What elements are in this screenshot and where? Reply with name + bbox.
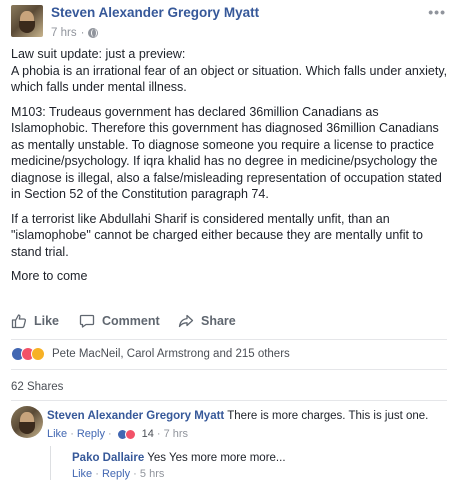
- shares-count[interactable]: 62 Shares: [11, 381, 63, 393]
- comment-like-link[interactable]: Like: [47, 428, 67, 440]
- comment-reaction-count[interactable]: 14: [142, 428, 154, 440]
- globe-icon[interactable]: [88, 28, 99, 38]
- wow-reaction-icon: [31, 347, 45, 361]
- reply-body: Yes Yes more more more...: [147, 452, 286, 464]
- post-timestamp[interactable]: 7 hrs: [51, 27, 77, 39]
- reaction-names[interactable]: Pete MacNeil, Carol Armstrong and 215 ot…: [52, 348, 290, 360]
- dot-separator: ·: [107, 428, 112, 440]
- more-options-icon[interactable]: •••: [428, 4, 446, 20]
- comment-reaction-icons[interactable]: [116, 428, 136, 440]
- like-label: Like: [34, 314, 60, 328]
- reply-like-link[interactable]: Like: [72, 468, 92, 480]
- post-action-bar: Like Comment Share: [0, 306, 458, 336]
- meta-separator: ·: [80, 27, 85, 39]
- comment-author[interactable]: Steven Alexander Gregory Myatt: [47, 410, 224, 422]
- post-paragraph: Law suit update: just a preview: A phobi…: [11, 47, 448, 94]
- dot-separator: ·: [156, 428, 161, 440]
- reply-text: Pako Dallaire Yes Yes more more more...: [72, 452, 286, 464]
- post-author-name[interactable]: Steven Alexander Gregory Myatt: [51, 5, 259, 20]
- share-button[interactable]: Share: [178, 313, 236, 329]
- post-paragraph: If a terrorist like Abdullahi Sharif is …: [11, 211, 423, 259]
- author-avatar[interactable]: [11, 5, 43, 37]
- comment-reply-link[interactable]: Reply: [77, 428, 105, 440]
- comment-timestamp[interactable]: 7 hrs: [164, 428, 188, 440]
- comment-label: Comment: [102, 314, 160, 328]
- reply-timestamp[interactable]: 5 hrs: [140, 468, 164, 480]
- dot-separator: ·: [133, 468, 137, 480]
- reactions-summary[interactable]: Pete MacNeil, Carol Armstrong and 215 ot…: [11, 347, 290, 361]
- thumbs-up-icon: [11, 314, 27, 329]
- reaction-icons: [11, 347, 45, 361]
- divider: [11, 339, 447, 340]
- divider: [11, 400, 447, 401]
- post-body: Law suit update: just a preview: A phobi…: [11, 46, 449, 293]
- love-reaction-icon: [124, 428, 136, 440]
- reply-reply-link[interactable]: Reply: [102, 468, 130, 480]
- share-label: Share: [201, 314, 236, 328]
- like-button[interactable]: Like: [11, 313, 59, 329]
- commenter-avatar[interactable]: [11, 406, 43, 438]
- comment-icon: [79, 314, 95, 328]
- reply-thread-line: [50, 446, 51, 480]
- comment-text: Steven Alexander Gregory Myatt There is …: [47, 410, 428, 422]
- reply: Pako Dallaire Yes Yes more more more... …: [56, 446, 448, 480]
- dot-separator: ·: [95, 468, 99, 480]
- reply-actions: Like · Reply · 5 hrs: [72, 468, 164, 480]
- post-paragraph: More to come: [11, 269, 88, 283]
- post-paragraph: M103: Trudeaus government has declared 3…: [11, 104, 442, 202]
- reply-author[interactable]: Pako Dallaire: [72, 452, 144, 464]
- share-icon: [178, 314, 194, 328]
- post-meta: 7 hrs ·: [51, 27, 99, 39]
- comment-actions: Like · Reply · 14 · 7 hrs: [47, 428, 188, 440]
- divider: [11, 369, 447, 370]
- comment-body: There is more charges. This is just one.: [227, 410, 429, 422]
- comment: Steven Alexander Gregory Myatt There is …: [11, 406, 447, 440]
- post-header: Steven Alexander Gregory Myatt 7 hrs · •…: [0, 0, 458, 44]
- dot-separator: ·: [70, 428, 74, 440]
- comment-button[interactable]: Comment: [79, 313, 160, 329]
